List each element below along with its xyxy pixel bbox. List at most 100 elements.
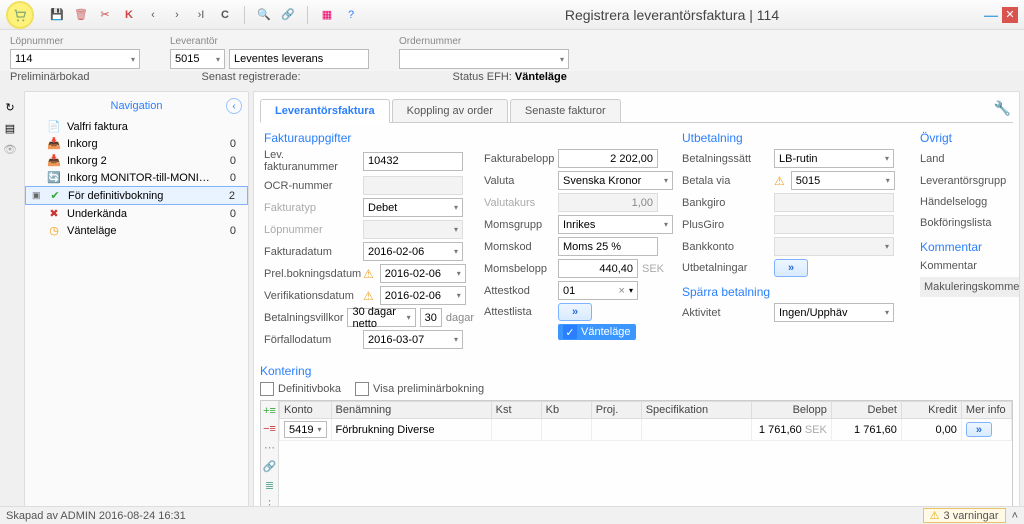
grid-link-icon[interactable]: 🔗 <box>263 460 277 473</box>
lev-fakturanummer-input[interactable]: 10432 <box>363 152 463 171</box>
link-icon[interactable]: 🔗 <box>279 6 297 24</box>
ordernummer-input[interactable] <box>399 49 569 69</box>
nav-item-inkorg2[interactable]: 📥Inkorg 20 <box>25 152 248 169</box>
betvillkor-select[interactable]: 30 dagar netto <box>347 308 415 327</box>
definitivboka-checkbox[interactable]: Definitivboka <box>260 382 341 396</box>
toolbar-icons: 💾 🗑 ✂ K ‹ › ›I C 🔍 🔗 ▦ ? <box>48 6 360 24</box>
tabs: Leverantörsfaktura Koppling av order Sen… <box>260 98 1013 123</box>
created-by-label: Skapad av ADMIN 2016-08-24 16:31 <box>6 510 186 522</box>
vantelage-checkbox[interactable]: ✓Vänteläge <box>558 324 636 340</box>
navigation-title: Navigation ‹ <box>25 96 248 118</box>
delete-icon[interactable]: 🗑 <box>72 6 90 24</box>
help-icon[interactable]: ? <box>342 6 360 24</box>
mer-info-button[interactable]: » <box>966 422 992 437</box>
search-icon[interactable]: 🔍 <box>255 6 273 24</box>
fakturauppgifter-title: Fakturauppgifter <box>264 131 674 145</box>
left-filter-icon[interactable]: ▤ <box>5 122 15 135</box>
fakturadatum-input[interactable]: 2016-02-06 <box>363 242 463 261</box>
status-bar: Skapad av ADMIN 2016-08-24 16:31 ⚠3 varn… <box>0 506 1024 524</box>
utbetalningar-button[interactable]: » <box>774 259 808 277</box>
prev-icon[interactable]: ‹ <box>144 6 162 24</box>
collapse-icon[interactable]: ‹ <box>226 98 242 114</box>
plusgiro-input <box>774 215 894 234</box>
minimize-icon[interactable]: — <box>984 7 998 23</box>
momskod-input[interactable]: Moms 25 % <box>558 237 658 256</box>
nav-item-vantelage[interactable]: ◷Vänteläge0 <box>25 222 248 239</box>
betdagar-input[interactable]: 30 <box>420 308 442 327</box>
cut-icon[interactable]: ✂ <box>96 6 114 24</box>
table-row[interactable]: 5419 Förbrukning Diverse 1 761,60 SEK 1 … <box>280 419 1012 441</box>
attestlista-button[interactable]: » <box>558 303 592 321</box>
warn-icon: ⚠ <box>363 289 374 303</box>
nav-item-valfri[interactable]: 📄Valfri faktura <box>25 118 248 135</box>
tab-koppling[interactable]: Koppling av order <box>392 99 508 122</box>
prelim-label: Preliminärbokad <box>10 71 89 83</box>
betalavia-select[interactable]: 5015 <box>791 171 895 190</box>
save-icon[interactable]: 💾 <box>48 6 66 24</box>
valuta-select[interactable]: Svenska Kronor <box>558 171 673 190</box>
window-controls: — ✕ <box>984 7 1018 23</box>
close-icon[interactable]: ✕ <box>1002 7 1018 23</box>
momsgrupp-select[interactable]: Inrikes <box>558 215 673 234</box>
warnings-badge[interactable]: ⚠3 varningar <box>923 508 1006 523</box>
tab-leverantorsfaktura[interactable]: Leverantörsfaktura <box>260 99 390 123</box>
warning-icon: ⚠ <box>930 509 940 522</box>
prelbok-input[interactable]: 2016-02-06 <box>380 264 466 283</box>
reject-icon: ✖ <box>47 207 61 220</box>
fakturabelopp-input[interactable]: 2 202,00 <box>558 149 658 168</box>
aktivitet-select[interactable]: Ingen/Upphäv <box>774 303 894 322</box>
grid-bars-icon[interactable]: ≣ <box>265 479 274 492</box>
leverantor-label: Leverantör <box>170 36 369 47</box>
apps-icon[interactable]: ▦ <box>318 6 336 24</box>
nav-item-definitiv[interactable]: ▣✔För definitivbokning2 <box>25 186 248 205</box>
warn-icon: ⚠ <box>774 174 785 188</box>
nav-item-underkanda[interactable]: ✖Underkända0 <box>25 205 248 222</box>
header-fields: Löpnummer 114 Leverantör 5015 Leventes l… <box>0 30 1024 71</box>
betalningssatt-select[interactable]: LB-rutin <box>774 149 894 168</box>
lopnummer-input[interactable]: 114 <box>10 49 140 69</box>
doc-icon: 📄 <box>47 120 61 133</box>
bankkonto-input <box>774 237 894 256</box>
ocr-input <box>363 176 463 195</box>
wait-icon: ◷ <box>47 224 61 237</box>
attestkod-input[interactable]: 01×▾ <box>558 281 638 300</box>
content-panel: 🔧 Leverantörsfaktura Koppling av order S… <box>253 91 1020 509</box>
ordernummer-label: Ordernummer <box>399 36 569 47</box>
expand-icon[interactable]: ˄ <box>1012 510 1018 522</box>
visa-prelim-checkbox[interactable]: Visa preliminärbokning <box>355 382 484 396</box>
left-eye-icon[interactable]: 👁 <box>3 143 17 156</box>
valutakurs-input: 1,00 <box>558 193 658 212</box>
refresh-icon[interactable]: C <box>216 6 234 24</box>
last-icon[interactable]: ›I <box>192 6 210 24</box>
momsbelopp-input[interactable]: 440,40 <box>558 259 638 278</box>
leverantor-name-input[interactable]: Leventes leverans <box>229 49 369 69</box>
clear-icon[interactable]: × <box>619 285 625 297</box>
grid-del-icon[interactable]: −≡ <box>263 423 276 435</box>
tree-expand-icon[interactable]: ▣ <box>32 190 42 201</box>
senast-label: Senast registrerade: <box>201 71 300 83</box>
konto-cell[interactable]: 5419 <box>284 421 327 438</box>
grid-add-icon[interactable]: +≡ <box>263 405 276 417</box>
left-refresh-icon[interactable]: ↻ <box>5 101 14 114</box>
nav-item-monitor[interactable]: 🔄Inkorg MONITOR-till-MONI…0 <box>25 169 248 186</box>
inbox-icon: 📥 <box>47 154 61 167</box>
first-icon[interactable]: K <box>120 6 138 24</box>
tab-senaste[interactable]: Senaste fakturor <box>510 99 621 122</box>
forfallo-input[interactable]: 2016-03-07 <box>363 330 463 349</box>
fakturatyp-select[interactable]: Debet <box>363 198 463 217</box>
title-bar: 💾 🗑 ✂ K ‹ › ›I C 🔍 🔗 ▦ ? Registrera leve… <box>0 0 1024 30</box>
lopnummer-sub-input <box>363 220 463 239</box>
verif-input[interactable]: 2016-02-06 <box>380 286 466 305</box>
utbetalning-title: Utbetalning <box>682 131 912 145</box>
kontering-grid: +≡ −≡ ⋯ 🔗 ≣ ⋮ Konto Benämning Kst Kb <box>260 400 1013 509</box>
brand-icon <box>6 1 34 29</box>
sync-icon: 🔄 <box>47 171 61 184</box>
next-icon[interactable]: › <box>168 6 186 24</box>
leverantor-code-input[interactable]: 5015 <box>170 49 225 69</box>
nav-item-inkorg[interactable]: 📥Inkorg0 <box>25 135 248 152</box>
grid-dash-icon[interactable]: ⋯ <box>264 441 275 454</box>
warn-icon: ⚠ <box>363 267 374 281</box>
inbox-icon: 📥 <box>47 137 61 150</box>
lopnummer-label: Löpnummer <box>10 36 140 47</box>
wrench-icon[interactable]: 🔧 <box>994 100 1011 117</box>
